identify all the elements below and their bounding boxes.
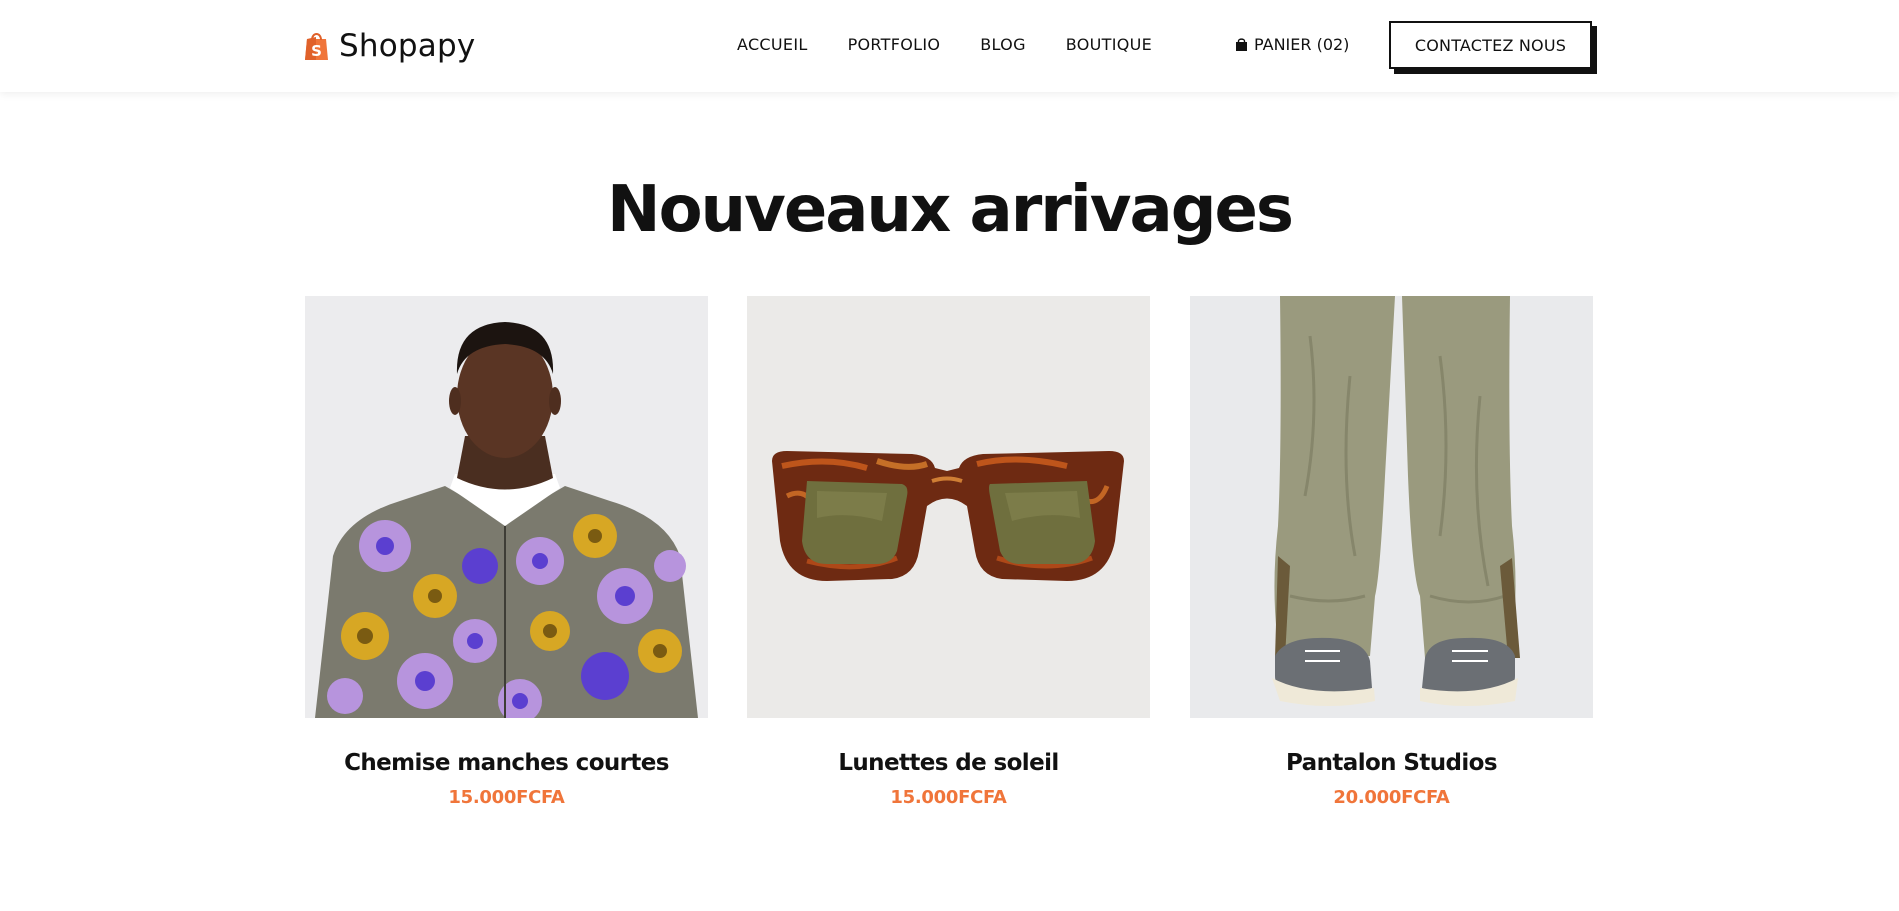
contact-button[interactable]: CONTACTEZ NOUS bbox=[1389, 21, 1592, 69]
floral-shirt-model-image bbox=[305, 296, 708, 718]
nav-item-accueil[interactable]: ACCUEIL bbox=[737, 34, 808, 56]
cart-label: PANIER (02) bbox=[1254, 35, 1350, 54]
product-price: 20.000FCFA bbox=[1333, 787, 1450, 808]
main-nav: ACCUEIL PORTFOLIO BLOG BOUTIQUE bbox=[737, 34, 1192, 56]
brand-name: Shopapy bbox=[339, 28, 476, 64]
tortoise-sunglasses-image bbox=[747, 296, 1150, 718]
shopping-bag-icon bbox=[1236, 38, 1247, 51]
site-header: S Shopapy ACCUEIL PORTFOLIO BLOG BOUTIQU… bbox=[0, 0, 1899, 92]
product-name[interactable]: Pantalon Studios bbox=[1190, 748, 1593, 778]
product-image-shirt[interactable] bbox=[305, 296, 708, 718]
nav-item-boutique[interactable]: BOUTIQUE bbox=[1066, 34, 1152, 56]
product-card[interactable]: Lunettes de soleil 15.000FCFA bbox=[747, 296, 1150, 810]
logo[interactable]: S Shopapy bbox=[304, 26, 475, 66]
product-name[interactable]: Lunettes de soleil bbox=[747, 748, 1150, 778]
khaki-pants-sneakers-image bbox=[1190, 296, 1593, 718]
nav-item-portfolio[interactable]: PORTFOLIO bbox=[848, 34, 941, 56]
svg-text:S: S bbox=[311, 42, 322, 60]
product-image-sunglasses[interactable] bbox=[747, 296, 1150, 718]
product-price: 15.000FCFA bbox=[448, 787, 565, 808]
product-image-pants[interactable] bbox=[1190, 296, 1593, 718]
product-card[interactable]: Chemise manches courtes 15.000FCFA bbox=[305, 296, 708, 810]
shopping-bag-logo-icon: S bbox=[305, 33, 328, 60]
cart-link[interactable]: PANIER (02) bbox=[1235, 34, 1349, 56]
product-price: 15.000FCFA bbox=[890, 787, 1007, 808]
section-title: Nouveaux arrivages bbox=[607, 173, 1294, 247]
product-name[interactable]: Chemise manches courtes bbox=[305, 748, 708, 778]
product-card[interactable]: Pantalon Studios 20.000FCFA bbox=[1190, 296, 1593, 810]
nav-item-blog[interactable]: BLOG bbox=[980, 34, 1026, 56]
